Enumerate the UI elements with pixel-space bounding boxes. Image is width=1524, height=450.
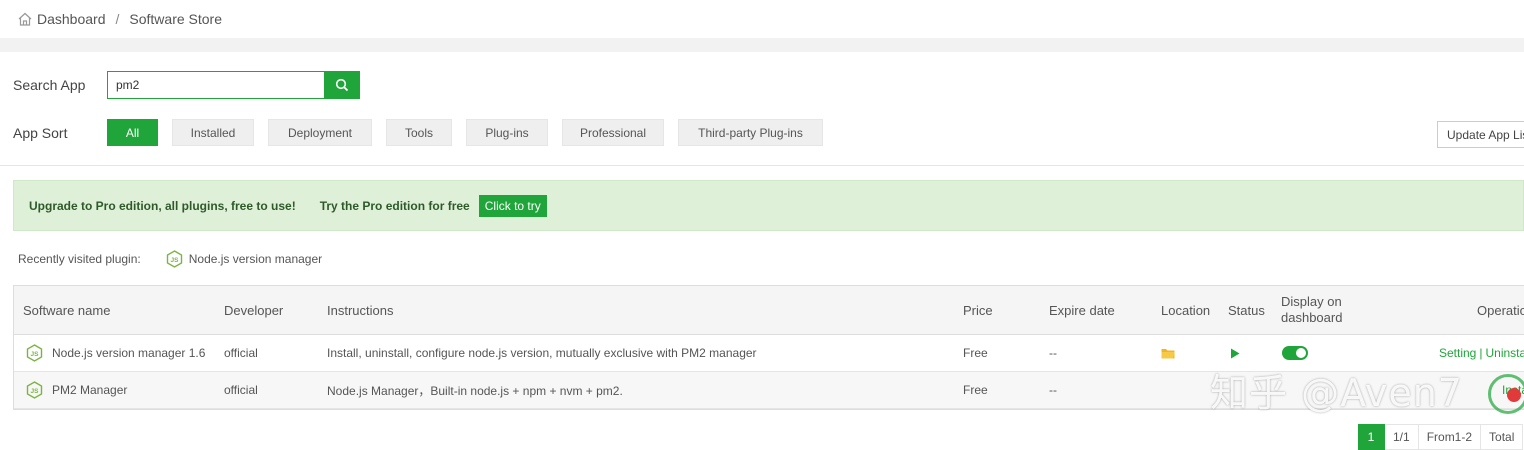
sort-row: App Sort All Installed Deployment Tools …	[13, 119, 837, 146]
header-display-on-dashboard: Display on dashboard	[1281, 286, 1342, 334]
search-input[interactable]	[107, 71, 324, 99]
recently-visited: Recently visited plugin: JS Node.js vers…	[18, 250, 322, 268]
header-software-name: Software name	[23, 302, 111, 318]
page-range: From1-2	[1418, 424, 1482, 450]
nodejs-icon: JS	[166, 250, 182, 268]
update-app-list-button[interactable]: Update App List	[1437, 121, 1524, 148]
price: Free	[963, 383, 988, 397]
software-name: Node.js version manager 1.6	[52, 346, 206, 360]
recent-label: Recently visited plugin:	[18, 252, 141, 266]
price: Free	[963, 346, 988, 360]
home-icon[interactable]	[17, 11, 33, 27]
sort-tools-button[interactable]: Tools	[386, 119, 452, 146]
pro-promo-banner: Upgrade to Pro edition, all plugins, fre…	[13, 180, 1524, 231]
sort-deployment-button[interactable]: Deployment	[268, 119, 372, 146]
row-name-cell: JS Node.js version manager 1.6	[26, 335, 205, 371]
svg-text:JS: JS	[31, 351, 40, 358]
header-operation: Operation	[1477, 302, 1524, 318]
developer: official	[224, 346, 258, 360]
toggle-switch[interactable]	[1282, 346, 1308, 360]
header-location: Location	[1161, 302, 1211, 318]
click-to-try-button[interactable]: Click to try	[478, 194, 547, 217]
watermark: 知乎 @Aven7	[1210, 371, 1463, 415]
search-label: Search App	[13, 77, 86, 93]
header-expire-date: Expire date	[1049, 302, 1115, 318]
header-display-line2: dashboard	[1281, 310, 1343, 325]
header-display-line1: Display on	[1281, 294, 1342, 309]
uninstall-link[interactable]: Uninstall	[1485, 346, 1524, 360]
sort-installed-button[interactable]: Installed	[172, 119, 254, 146]
sort-third-party-button[interactable]: Third-party Plug-ins	[678, 119, 823, 146]
sort-plugins-button[interactable]: Plug-ins	[466, 119, 548, 146]
breadcrumb-dashboard-link[interactable]: Dashboard	[37, 11, 106, 27]
search-row: Search App	[13, 71, 360, 99]
search-button[interactable]	[324, 71, 360, 99]
page-total: Total	[1481, 424, 1524, 450]
promo-text: Upgrade to Pro edition, all plugins, fre…	[29, 198, 296, 213]
page-count: 1/1	[1385, 424, 1419, 450]
instructions: Install, uninstall, configure node.js ve…	[327, 346, 757, 360]
sort-professional-button[interactable]: Professional	[562, 119, 664, 146]
developer: official	[224, 383, 258, 397]
recent-plugin-link[interactable]: JS Node.js version manager	[166, 250, 322, 268]
software-name: PM2 Manager	[52, 383, 128, 397]
sort-label: App Sort	[13, 124, 68, 141]
setting-link[interactable]: Setting	[1439, 346, 1476, 360]
svg-text:JS: JS	[170, 257, 179, 264]
header-instructions: Instructions	[327, 302, 394, 318]
header-price: Price	[963, 302, 993, 318]
pagination: 1 1/1 From1-2 Total	[1358, 424, 1524, 450]
breadcrumb-current: Software Store	[129, 11, 222, 27]
instructions: Node.js Manager，Built-in node.js + npm +…	[327, 383, 623, 398]
expire-date: --	[1049, 383, 1057, 397]
table-header: Software name Developer Instructions Pri…	[14, 286, 1524, 335]
promo-try-text: Try the Pro edition for free	[319, 198, 470, 213]
svg-text:JS: JS	[31, 388, 40, 395]
cursor-click-indicator	[1507, 388, 1521, 402]
section-divider	[0, 165, 1524, 166]
search-icon	[335, 78, 349, 92]
recent-plugin-name: Node.js version manager	[188, 252, 323, 266]
nodejs-icon: JS	[26, 381, 43, 399]
breadcrumb: Dashboard / Software Store	[0, 0, 1524, 38]
row-name-cell: JS PM2 Manager	[26, 372, 127, 408]
page-1-button[interactable]: 1	[1358, 424, 1385, 450]
expire-date: --	[1049, 346, 1057, 360]
sort-all-button[interactable]: All	[107, 119, 158, 146]
breadcrumb-separator: /	[115, 11, 120, 27]
header-developer: Developer	[224, 302, 284, 318]
operation-separator: |	[1479, 346, 1483, 360]
folder-icon[interactable]	[1161, 335, 1175, 371]
nodejs-icon: JS	[26, 344, 43, 362]
header-divider-strip	[0, 38, 1524, 52]
header-status: Status	[1228, 302, 1265, 318]
